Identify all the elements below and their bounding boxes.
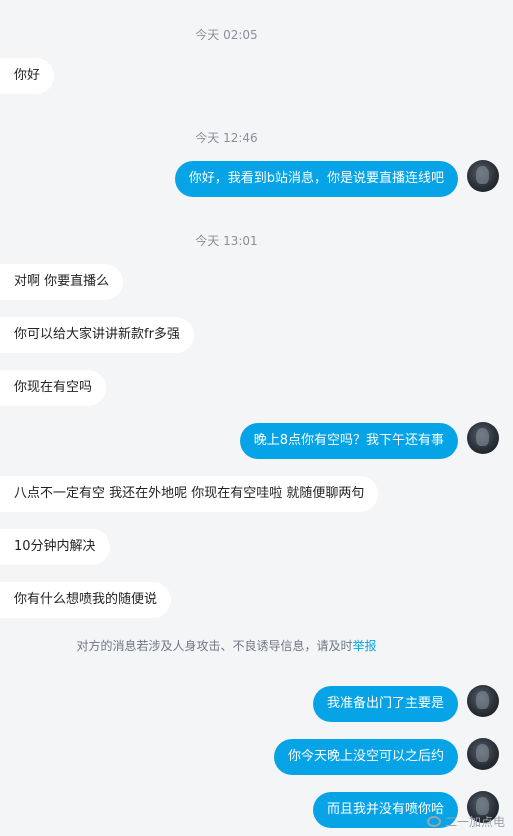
message-bubble-sent: 我准备出门了主要是: [312, 686, 458, 722]
message-bubble-sent: 你好，我看到b站消息，你是说要直播连线吧: [174, 161, 458, 197]
report-link[interactable]: 举报: [353, 639, 377, 653]
message-bubble-received: 你有什么想喷我的随便说: [0, 582, 172, 618]
timestamp: 今天 02:05: [195, 28, 258, 42]
report-notice: 对方的消息若涉及人身攻击、不良诱导信息，请及时举报: [0, 637, 453, 654]
timestamp: 今天 12:46: [195, 131, 258, 145]
message-bubble-received: 对啊 你要直播么: [0, 264, 124, 300]
message-bubble-received: 你现在有空吗: [0, 370, 107, 406]
message-bubble-received: 10分钟内解决: [0, 529, 110, 565]
message-bubble-received: 你可以给大家讲讲新款fr多强: [0, 317, 194, 353]
user-avatar[interactable]: [467, 738, 499, 770]
message-bubble-sent: 晚上8点你有空吗？我下午还有事: [239, 423, 458, 459]
user-avatar[interactable]: [467, 422, 499, 454]
timestamp: 今天 13:01: [195, 234, 258, 248]
message-bubble-received: 八点不一定有空 我还在外地呢 你现在有空哇啦 就随便聊两句: [0, 476, 379, 512]
user-avatar[interactable]: [467, 160, 499, 192]
watermark-text: 二一加点电: [444, 815, 505, 829]
user-avatar[interactable]: [467, 685, 499, 717]
report-notice-text: 对方的消息若涉及人身攻击、不良诱导信息，请及时: [76, 639, 353, 653]
message-bubble-received: 你好: [0, 58, 55, 94]
message-bubble-sent: 你今天晚上没空可以之后约: [273, 739, 458, 775]
weibo-icon: [426, 816, 441, 827]
watermark: 二一加点电: [426, 813, 505, 830]
